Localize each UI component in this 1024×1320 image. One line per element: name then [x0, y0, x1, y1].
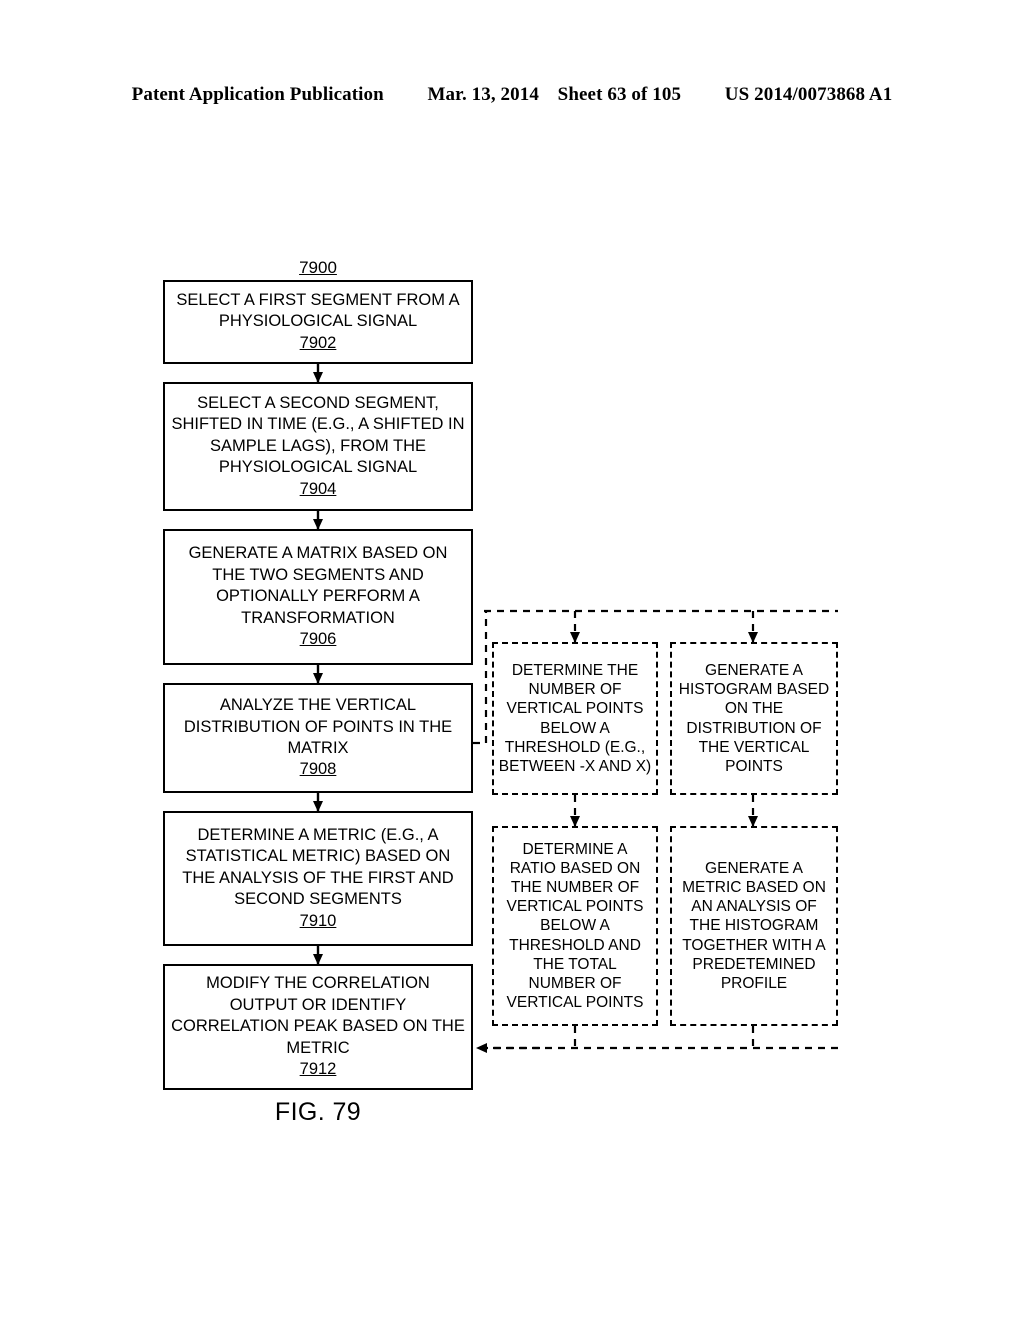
flow-step-7902-text: SELECT A FIRST SEGMENT FROM A PHYSIOLOGI… [176, 290, 460, 331]
optional-step-generate-histogram-text: GENERATE A HISTOGRAM BASED ON THE DISTRI… [678, 661, 830, 775]
flow-step-7904[interactable]: SELECT A SECOND SEGMENT, SHIFTED IN TIME… [163, 382, 473, 511]
optional-step-determine-number-text: DETERMINE THE NUMBER OF VERTICAL POINTS … [498, 661, 652, 775]
flow-step-7910[interactable]: DETERMINE A METRIC (E.G., A STATISTICAL … [163, 811, 473, 946]
flow-step-7912-text: MODIFY THE CORRELATION OUTPUT OR IDENTIF… [171, 974, 465, 1057]
flow-step-7906[interactable]: GENERATE A MATRIX BASED ON THE TWO SEGME… [163, 529, 473, 665]
optional-step-generate-histogram[interactable]: GENERATE A HISTOGRAM BASED ON THE DISTRI… [670, 642, 838, 795]
flow-step-7902[interactable]: SELECT A FIRST SEGMENT FROM A PHYSIOLOGI… [163, 280, 473, 364]
flow-step-7908-text: ANALYZE THE VERTICAL DISTRIBUTION OF POI… [183, 696, 453, 757]
optional-step-determine-ratio-text: DETERMINE A RATIO BASED ON THE NUMBER OF… [506, 840, 644, 1012]
flow-step-7912-ref: 7912 [299, 1060, 337, 1079]
flow-step-7912[interactable]: MODIFY THE CORRELATION OUTPUT OR IDENTIF… [163, 964, 473, 1090]
flow-step-7906-text: GENERATE A MATRIX BASED ON THE TWO SEGME… [188, 544, 448, 627]
figure-caption: FIG. 79 [274, 1098, 362, 1126]
flow-step-7910-ref: 7910 [299, 911, 337, 930]
diagram-reference-7900: 7900 [299, 258, 337, 277]
optional-step-determine-number[interactable]: DETERMINE THE NUMBER OF VERTICAL POINTS … [492, 642, 658, 795]
flow-step-7904-text: SELECT A SECOND SEGMENT, SHIFTED IN TIME… [171, 393, 465, 477]
flowchart-figure-79: 7900 SELECT A FIRST SEGMENT FROM A PHYSI… [0, 0, 1024, 1320]
flow-step-7910-text: DETERMINE A METRIC (E.G., A STATISTICAL … [182, 825, 454, 909]
flow-step-7906-ref: 7906 [299, 630, 337, 649]
flow-step-7908-ref: 7908 [299, 760, 337, 779]
optional-step-generate-metric[interactable]: GENERATE A METRIC BASED ON AN ANALYSIS O… [670, 826, 838, 1026]
optional-step-generate-metric-text: GENERATE A METRIC BASED ON AN ANALYSIS O… [682, 859, 826, 993]
flow-step-7904-ref: 7904 [299, 479, 337, 498]
flow-step-7902-ref: 7902 [299, 333, 337, 352]
optional-step-determine-ratio[interactable]: DETERMINE A RATIO BASED ON THE NUMBER OF… [492, 826, 658, 1026]
flow-step-7908[interactable]: ANALYZE THE VERTICAL DISTRIBUTION OF POI… [163, 683, 473, 793]
